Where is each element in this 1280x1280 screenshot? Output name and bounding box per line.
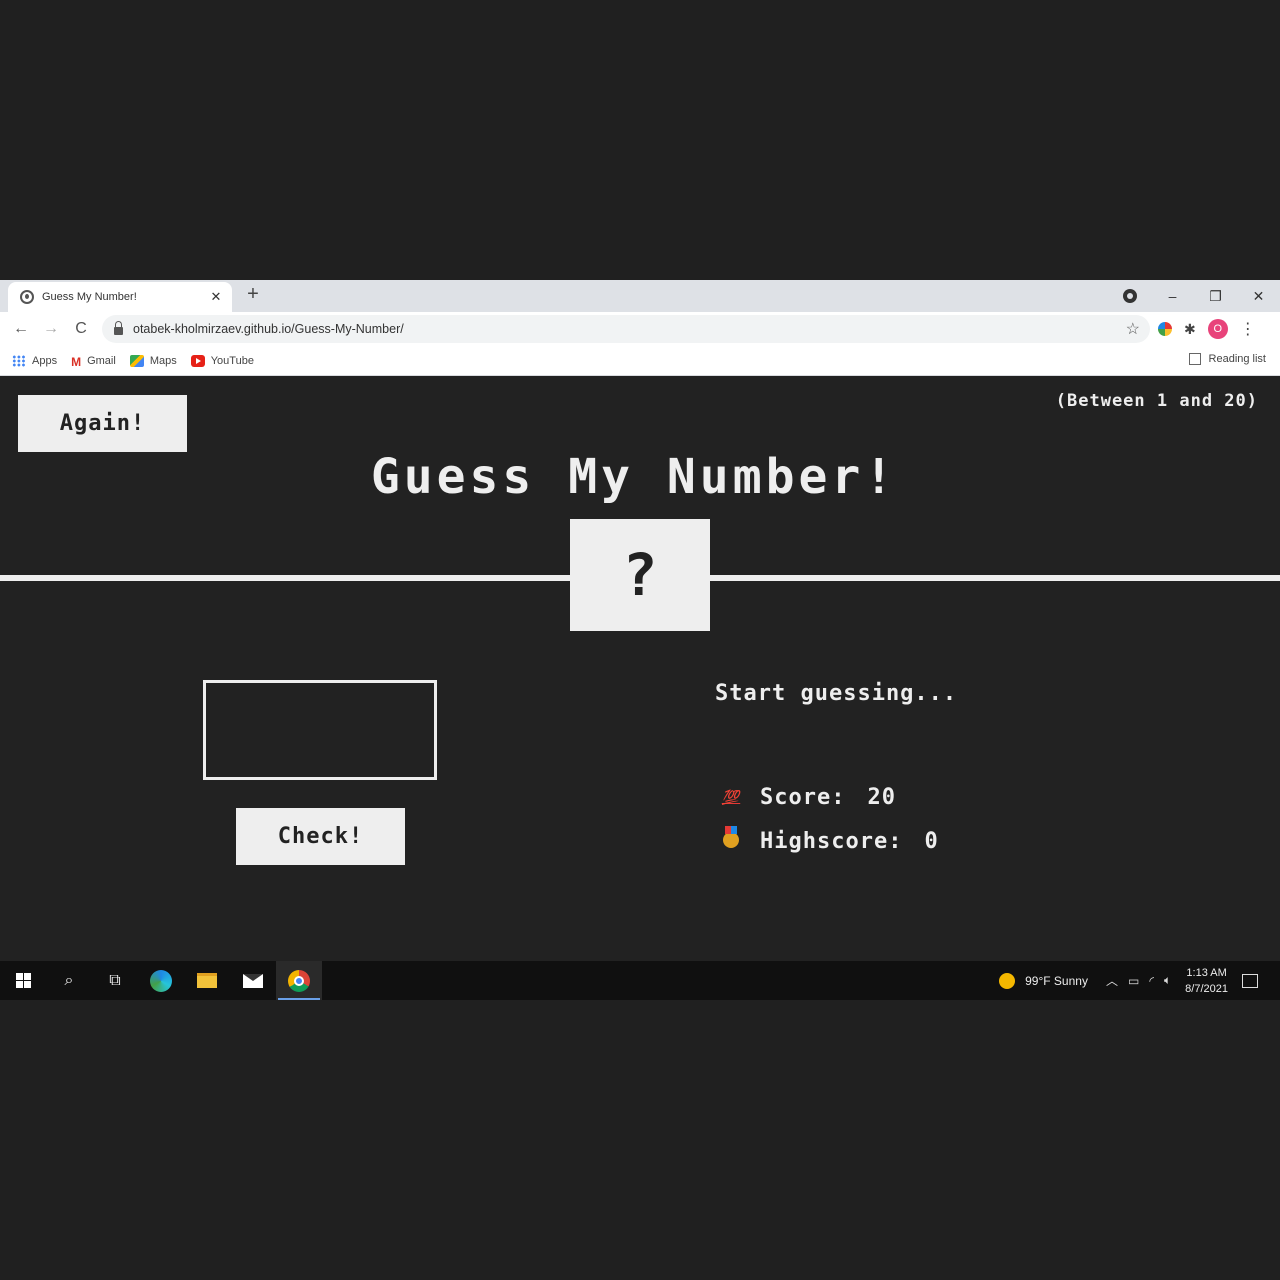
clock[interactable]: 1:13 AM 8/7/2021 — [1185, 965, 1228, 997]
bookmark-label: Gmail — [87, 354, 116, 367]
bookmark-star-icon[interactable]: ☆ — [1126, 319, 1140, 339]
browser-tab[interactable]: Guess My Number! ✕ — [8, 282, 232, 312]
highscore-value: 0 — [924, 829, 939, 854]
reading-list-icon — [1188, 353, 1201, 365]
window-controls: – ❐ ✕ — [1123, 280, 1280, 312]
search-button[interactable]: ⌕ — [46, 961, 92, 1000]
again-button[interactable]: Again! — [18, 395, 187, 452]
volume-icon[interactable]: 🔈︎ — [1164, 973, 1171, 988]
gmail-icon: M — [71, 354, 82, 369]
apps-grid-icon — [12, 354, 26, 367]
bookmark-label: Maps — [149, 354, 177, 367]
range-hint: (Between 1 and 20) — [1055, 391, 1258, 411]
restore-button[interactable]: ❐ — [1194, 288, 1237, 305]
color-extension-icon[interactable] — [1158, 322, 1172, 336]
medal-icon — [723, 825, 739, 848]
globe-icon — [20, 290, 34, 304]
minimize-button[interactable]: – — [1151, 288, 1194, 304]
folder-icon — [197, 973, 217, 988]
address-bar[interactable]: otabek-kholmirzaev.github.io/Guess-My-Nu… — [102, 315, 1150, 343]
url-text[interactable]: otabek-kholmirzaev.github.io/Guess-My-Nu… — [133, 322, 404, 336]
tab-title: Guess My Number! — [42, 291, 137, 303]
task-view-button[interactable]: ⧉ — [92, 961, 138, 1000]
weather-widget[interactable]: 99°F Sunny — [1025, 974, 1088, 988]
windows-logo-icon — [15, 973, 31, 988]
close-window-button[interactable]: ✕ — [1237, 288, 1280, 305]
bookmark-apps[interactable]: Apps — [12, 354, 58, 367]
highscore-row: Highscore: 0 — [718, 825, 939, 854]
highscore-label: Highscore: — [760, 829, 903, 854]
hundred-points-icon: 💯 — [721, 789, 741, 806]
score-value: 20 — [867, 785, 896, 810]
media-record-icon[interactable] — [1123, 289, 1137, 303]
sun-icon — [999, 972, 1016, 989]
chevron-up-icon[interactable]: ︿ — [1106, 972, 1118, 989]
back-button[interactable]: ← — [6, 320, 36, 338]
screen: Guess My Number! ✕ + – ❐ ✕ ← → C otabek-… — [0, 280, 1280, 1000]
bookmark-youtube[interactable]: YouTube — [190, 354, 254, 367]
new-tab-button[interactable]: + — [242, 283, 264, 306]
chrome-icon — [288, 969, 310, 992]
status-message: Start guessing... — [715, 681, 958, 706]
reading-list-button[interactable]: Reading list — [1188, 353, 1266, 365]
check-button[interactable]: Check! — [236, 808, 405, 865]
reload-button[interactable]: C — [66, 320, 96, 338]
reading-list-label: Reading list — [1208, 353, 1266, 365]
score-label: Score: — [760, 785, 846, 810]
start-button[interactable] — [0, 961, 46, 1000]
bookmark-label: Apps — [32, 354, 58, 367]
bookmark-maps[interactable]: Maps — [129, 354, 177, 367]
clock-date: 8/7/2021 — [1185, 982, 1228, 995]
edge-taskbar-button[interactable] — [138, 961, 184, 1000]
forward-button[interactable]: → — [36, 320, 66, 338]
extensions-area: ✱ O ⋮ — [1158, 312, 1256, 346]
windows-taskbar: ⌕ ⧉ 99°F Sunny ︿ ▭ ◜ 🔈︎ 1:13 AM 8/7/2021 — [0, 961, 1280, 1000]
browser-toolbar: ← → C otabek-kholmirzaev.github.io/Guess… — [0, 312, 1280, 346]
youtube-icon — [190, 354, 205, 367]
mail-icon — [243, 973, 263, 988]
maps-icon — [129, 354, 144, 367]
tab-close-icon[interactable]: ✕ — [208, 289, 224, 305]
medal-icon-wrap — [718, 825, 744, 852]
menu-kebab-icon[interactable]: ⋮ — [1240, 319, 1256, 339]
secret-number-box: ? — [570, 519, 710, 631]
chrome-taskbar-button[interactable] — [276, 961, 322, 1000]
file-explorer-button[interactable] — [184, 961, 230, 1000]
edge-icon — [150, 969, 172, 992]
clock-time: 1:13 AM — [1186, 966, 1227, 979]
lock-icon[interactable] — [114, 321, 123, 335]
score-row: 💯 Score: 20 — [718, 785, 896, 810]
battery-icon[interactable]: ▭ — [1128, 974, 1139, 988]
bookmark-label: YouTube — [210, 354, 254, 367]
page-title: Guess My Number! — [370, 449, 898, 505]
search-icon: ⌕ — [64, 971, 74, 989]
wifi-icon[interactable]: ◜ — [1149, 974, 1154, 988]
bookmarks-bar: Apps M Gmail Maps YouTube Reading list — [0, 346, 1280, 376]
tab-strip: Guess My Number! ✕ + – ❐ ✕ — [0, 280, 1280, 312]
game-page: Again! (Between 1 and 20) Guess My Numbe… — [0, 377, 1280, 961]
task-view-icon: ⧉ — [109, 971, 121, 989]
notification-icon[interactable] — [1242, 973, 1258, 988]
profile-avatar[interactable]: O — [1207, 319, 1228, 339]
mail-button[interactable] — [230, 961, 276, 1000]
extensions-puzzle-icon[interactable]: ✱ — [1184, 321, 1196, 338]
guess-input[interactable] — [203, 680, 437, 780]
system-tray: 99°F Sunny ︿ ▭ ◜ 🔈︎ 1:13 AM 8/7/2021 — [999, 961, 1280, 1000]
bookmark-gmail[interactable]: M Gmail — [71, 354, 116, 369]
